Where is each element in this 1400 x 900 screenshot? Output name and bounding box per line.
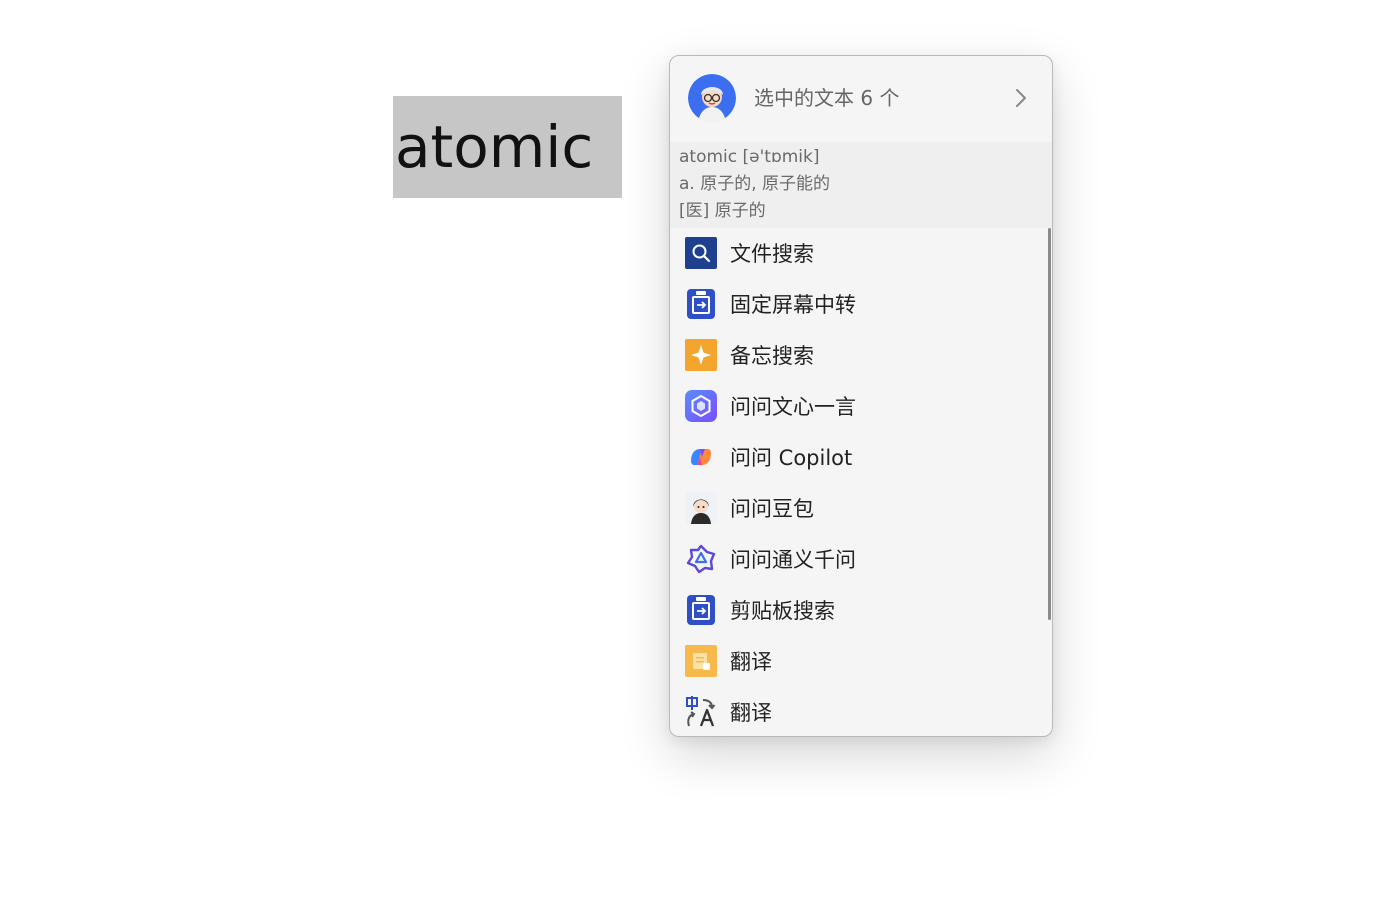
memo-star-icon [685, 339, 717, 371]
menu-item-label: 问问文心一言 [730, 395, 856, 419]
menu-item-translate[interactable]: 翻译 [670, 687, 1052, 736]
clipboard-icon [685, 594, 717, 626]
menu-item-label: 问问通义千问 [730, 548, 856, 572]
menu-item-translate-doc[interactable]: 翻译 [670, 636, 1052, 687]
copilot-icon [685, 441, 717, 473]
menu-item-label: 固定屏幕中转 [730, 293, 856, 317]
doubao-icon [685, 492, 717, 524]
dictionary-definition-medical: [医] 原子的 [679, 201, 766, 221]
popup-header[interactable]: 选中的文本 6 个 [670, 56, 1052, 140]
chevron-right-icon[interactable] [1008, 86, 1032, 110]
menu-item-memo-search[interactable]: 备忘搜索 [670, 330, 1052, 381]
menu-item-label: 问问豆包 [730, 497, 814, 521]
tongyi-icon [685, 543, 717, 575]
menu-scrollbar[interactable] [1048, 228, 1051, 620]
user-avatar-icon[interactable] [688, 74, 736, 122]
popup-title: 选中的文本 6 个 [754, 86, 900, 110]
clipboard-icon [685, 288, 717, 320]
menu-item-ask-wenxin[interactable]: 问问文心一言 [670, 381, 1052, 432]
menu-item-clipboard-search[interactable]: 剪贴板搜索 [670, 585, 1052, 636]
wenxin-icon [685, 390, 717, 422]
selected-text: atomic [393, 96, 622, 198]
menu-item-label: 文件搜索 [730, 242, 814, 266]
action-menu: 文件搜索 固定屏幕中转 备忘搜索 问问文心一言 问问 Copilot 问问豆包 … [670, 228, 1052, 736]
menu-item-ask-doubao[interactable]: 问问豆包 [670, 483, 1052, 534]
menu-item-label: 问问 Copilot [730, 446, 853, 470]
dictionary-headword: atomic [ə'tɒmik] [679, 147, 820, 167]
dictionary-panel: atomic [ə'tɒmik] a. 原子的, 原子能的 [医] 原子的 [670, 142, 1052, 228]
menu-item-ask-copilot[interactable]: 问问 Copilot [670, 432, 1052, 483]
dictionary-definition: a. 原子的, 原子能的 [679, 174, 831, 194]
translate-doc-icon [685, 645, 717, 677]
file-search-icon [685, 237, 717, 269]
menu-item-label: 剪贴板搜索 [730, 599, 835, 623]
menu-item-pin-screen-relay[interactable]: 固定屏幕中转 [670, 279, 1052, 330]
menu-item-ask-tongyi[interactable]: 问问通义千问 [670, 534, 1052, 585]
selection-popup-menu: 选中的文本 6 个 atomic [ə'tɒmik] a. 原子的, 原子能的 … [669, 55, 1053, 737]
menu-item-label: 翻译 [730, 701, 772, 725]
menu-item-label: 翻译 [730, 650, 772, 674]
menu-item-file-search[interactable]: 文件搜索 [670, 228, 1052, 279]
translate-icon [685, 696, 717, 728]
menu-item-label: 备忘搜索 [730, 344, 814, 368]
